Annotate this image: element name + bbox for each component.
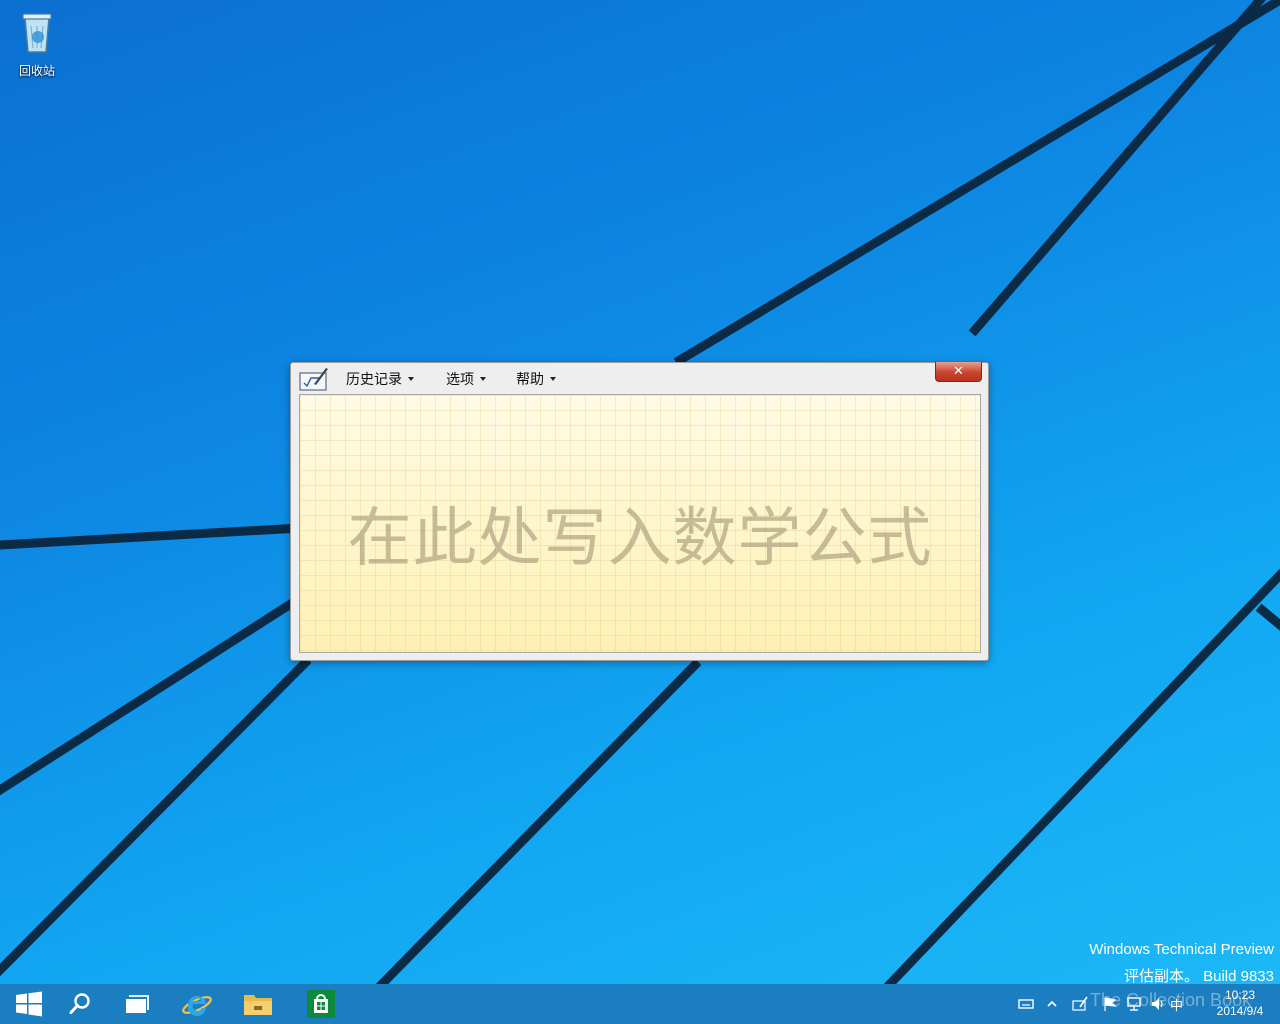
close-button[interactable]: ✕ — [935, 362, 982, 382]
menu-options[interactable]: 选项 — [446, 369, 486, 389]
recycle-bin-icon — [22, 13, 52, 53]
dropdown-arrow-icon — [480, 377, 486, 381]
window-titlebar[interactable]: 历史记录 选项 帮助 ✕ — [291, 362, 988, 394]
keyboard-icon[interactable] — [1018, 996, 1034, 1012]
menu-help[interactable]: 帮助 — [516, 369, 556, 389]
math-input-panel-window: 历史记录 选项 帮助 ✕ 在此处写入数学公式 — [290, 362, 989, 661]
ime-indicator[interactable]: 中 — [1170, 995, 1183, 1014]
file-explorer-icon — [244, 995, 272, 1015]
writing-prompt: 在此处写入数学公式 — [347, 502, 933, 576]
math-input-tray-icon[interactable] — [1072, 996, 1088, 1012]
build-watermark-line2: 评估副本。 Build 9833 — [1123, 968, 1274, 984]
menu-history-label: 历史记录 — [346, 372, 402, 388]
store-icon — [307, 990, 335, 1018]
task-view-icon — [126, 995, 149, 1013]
math-input-panel-icon — [299, 368, 328, 391]
recycle-bin-label: 回收站 — [18, 64, 55, 78]
action-center-flag-icon[interactable] — [1102, 996, 1118, 1012]
file-explorer-button[interactable] — [229, 984, 287, 1024]
menu-options-label: 选项 — [446, 372, 474, 388]
dropdown-arrow-icon — [408, 377, 414, 381]
show-hidden-icons-icon[interactable] — [1044, 996, 1060, 1012]
clock[interactable]: 10:23 2014/9/4 — [1210, 987, 1270, 1019]
store-button[interactable] — [292, 984, 350, 1024]
dropdown-arrow-icon — [550, 377, 556, 381]
system-tray: The Collection Book 中 10:23 2014/9/4 — [1000, 984, 1280, 1024]
volume-icon[interactable] — [1150, 996, 1166, 1012]
close-icon: ✕ — [953, 364, 964, 379]
menu-history[interactable]: 历史记录 — [346, 369, 414, 389]
internet-explorer-icon — [182, 995, 212, 1017]
task-view-button[interactable] — [108, 984, 166, 1024]
search-button[interactable] — [51, 984, 109, 1024]
clock-date: 2014/9/4 — [1216, 1004, 1264, 1018]
math-writing-area[interactable]: 在此处写入数学公式 — [299, 394, 981, 653]
taskbar: The Collection Book 中 10:23 2014/9/4 — [0, 984, 1280, 1024]
desktop: 回收站 Windows Technical Preview 评估副本。 Buil… — [0, 0, 1280, 984]
clock-time: 10:23 — [1224, 988, 1256, 1002]
search-icon — [69, 993, 90, 1014]
menu-help-label: 帮助 — [516, 372, 544, 388]
network-icon[interactable] — [1126, 996, 1142, 1012]
internet-explorer-button[interactable] — [168, 984, 226, 1024]
start-button[interactable] — [0, 984, 58, 1024]
start-icon — [16, 991, 42, 1017]
recycle-bin-shortcut[interactable]: 回收站 — [8, 6, 66, 79]
build-watermark-line1: Windows Technical Preview — [1089, 941, 1274, 958]
